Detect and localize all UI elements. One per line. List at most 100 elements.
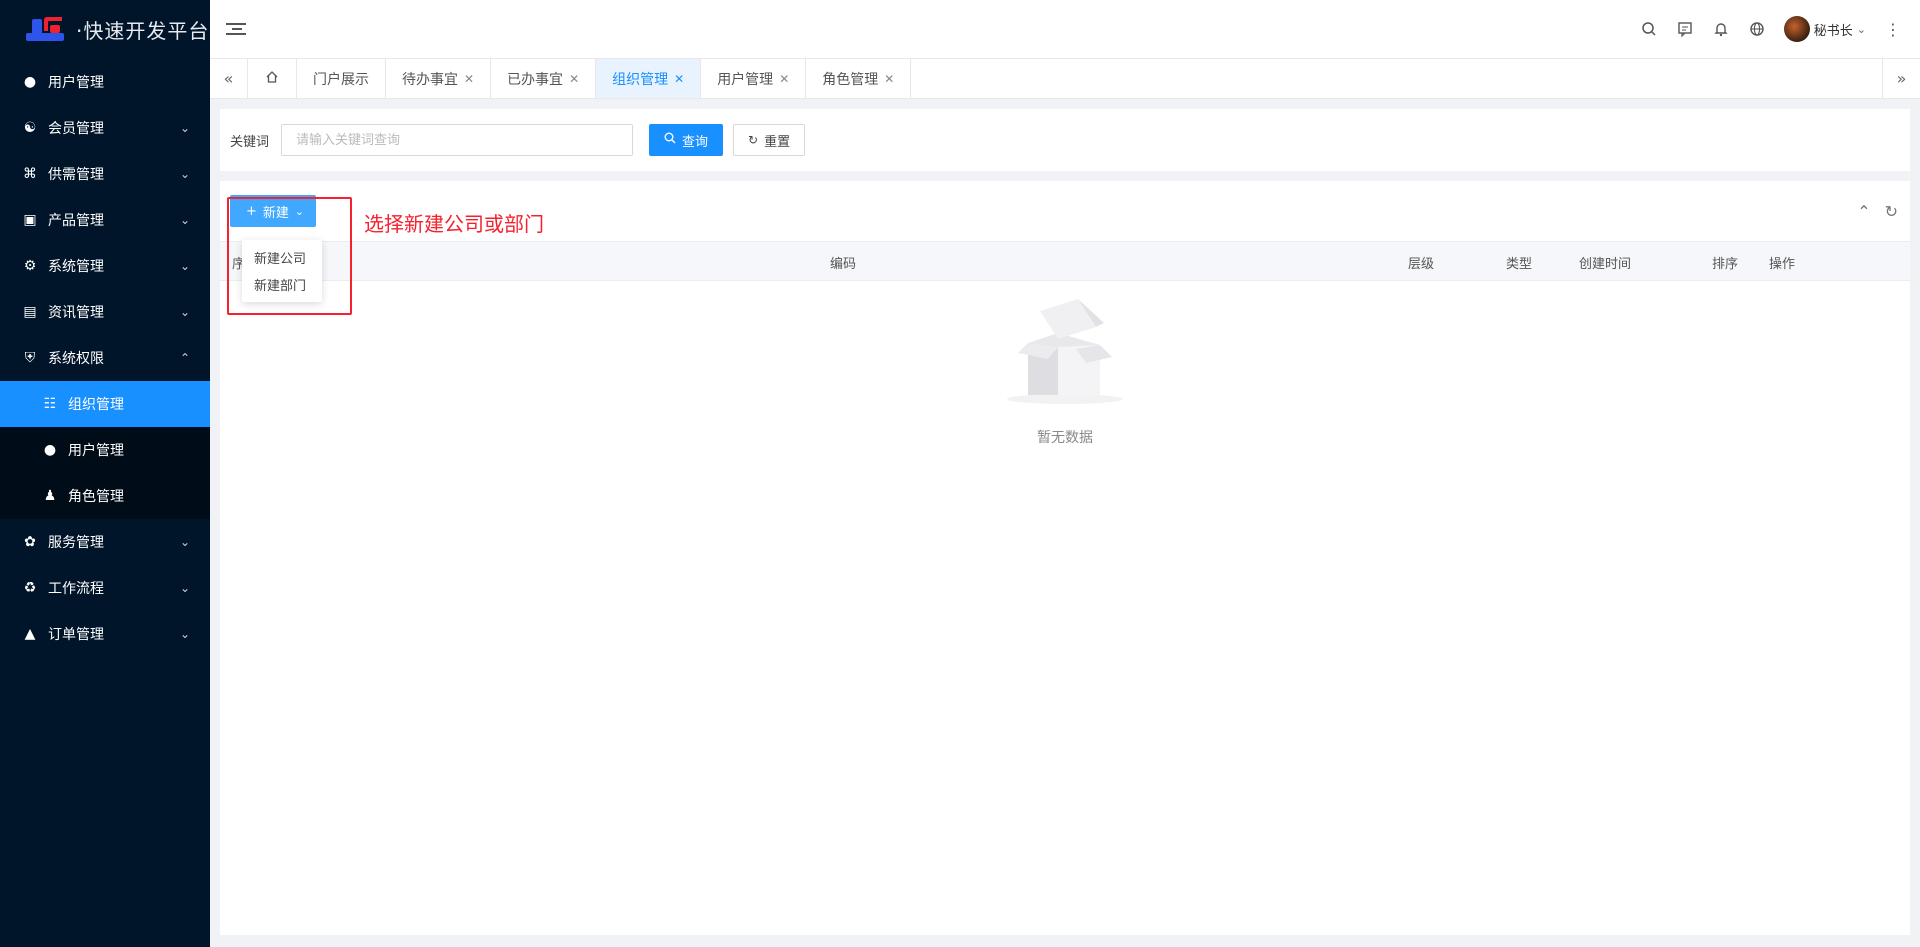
logo-mark-icon bbox=[26, 15, 66, 45]
more-vertical-icon[interactable]: ⋮ bbox=[1884, 20, 1902, 39]
query-button[interactable]: 查询 bbox=[649, 124, 724, 156]
search-icon[interactable] bbox=[1640, 20, 1658, 38]
refresh-icon[interactable]: ↻ bbox=[1885, 202, 1898, 221]
system-permissions-submenu: ☷ 组织管理 ● 用户管理 ♟ 角色管理 bbox=[0, 381, 210, 519]
bell-icon[interactable] bbox=[1712, 20, 1730, 38]
collapse-up-icon[interactable]: ⌃ bbox=[1857, 202, 1870, 221]
column-header-code: 编码 bbox=[830, 257, 857, 272]
tab-home[interactable] bbox=[248, 59, 297, 98]
sidebar: ·快速开发平台 ● 用户管理 ☯ 会员管理 ⌄ ⌘ 供需管理 ⌄ ▣ 产品管理 … bbox=[0, 0, 210, 947]
sidebar-item-system-permissions[interactable]: ⛨ 系统权限 ⌃ bbox=[0, 335, 210, 381]
tab-role-management[interactable]: 角色管理 ✕ bbox=[806, 59, 912, 98]
keyword-input[interactable] bbox=[281, 124, 634, 156]
members-icon: ☯ bbox=[23, 120, 37, 136]
chevron-down-icon: ⌄ bbox=[179, 121, 190, 135]
close-icon[interactable]: ✕ bbox=[884, 72, 894, 86]
chevron-up-icon: ⌃ bbox=[179, 351, 190, 365]
new-button-label: 新建 bbox=[262, 205, 289, 221]
query-button-label: 查询 bbox=[682, 134, 709, 150]
user-icon: ● bbox=[43, 442, 57, 458]
reset-button[interactable]: ↻ 重置 bbox=[733, 124, 806, 156]
column-header-type: 类型 bbox=[1506, 257, 1533, 272]
keyword-label: 关键词 bbox=[230, 134, 270, 150]
sidebar-item-label: 服务管理 bbox=[48, 535, 104, 551]
tab-label: 组织管理 bbox=[612, 71, 669, 88]
sidebar-item-news-management[interactable]: ▤ 资讯管理 ⌄ bbox=[0, 289, 210, 335]
empty-box-icon bbox=[1000, 281, 1130, 411]
sidebar-menu: ● 用户管理 ☯ 会员管理 ⌄ ⌘ 供需管理 ⌄ ▣ 产品管理 ⌄ ⚙ 系统管理… bbox=[0, 59, 210, 657]
tab-bar: « 门户展示 待办事宜 ✕ 已办事宜 ✕ 组织管理 ✕ 用户管理 ✕ 角色管理 … bbox=[210, 59, 1920, 99]
tab-done[interactable]: 已办事宜 ✕ bbox=[491, 59, 597, 98]
sidebar-item-order-management[interactable]: ▲ 订单管理 ⌄ bbox=[0, 611, 210, 657]
new-dropdown-button[interactable]: + 新建 ⌄ bbox=[230, 195, 317, 227]
sidebar-item-label: 系统管理 bbox=[48, 259, 104, 275]
chevron-down-icon: ⌄ bbox=[179, 627, 190, 641]
table-header: 序 编码 层级 类型 创建时间 排序 操作 bbox=[220, 241, 1910, 281]
column-header-created-time: 创建时间 bbox=[1579, 257, 1632, 272]
sidebar-item-label: 会员管理 bbox=[48, 121, 104, 137]
chevron-down-icon: ⌄ bbox=[1856, 22, 1866, 36]
table-card: + 新建 ⌄ 选择新建公司或部门 ⌃ ↻ 序 编码 层级 类型 创建时间 排序 … bbox=[220, 181, 1910, 935]
tab-user-management[interactable]: 用户管理 ✕ bbox=[701, 59, 807, 98]
sidebar-item-sub-user-management[interactable]: ● 用户管理 bbox=[0, 427, 210, 473]
clover-icon: ⌘ bbox=[23, 166, 37, 182]
search-icon bbox=[664, 132, 676, 148]
chevron-down-icon: ⌄ bbox=[179, 305, 190, 319]
sidebar-item-label: 供需管理 bbox=[48, 167, 104, 183]
sidebar-item-service-management[interactable]: ✿ 服务管理 ⌄ bbox=[0, 519, 210, 565]
tabs-scroll-right-icon[interactable]: » bbox=[1882, 59, 1920, 98]
sidebar-item-product-management[interactable]: ▣ 产品管理 ⌄ bbox=[0, 197, 210, 243]
sidebar-item-system-management[interactable]: ⚙ 系统管理 ⌄ bbox=[0, 243, 210, 289]
refresh-icon: ↻ bbox=[748, 133, 759, 147]
sidebar-item-label: 产品管理 bbox=[48, 213, 104, 229]
tab-label: 用户管理 bbox=[717, 71, 774, 88]
workflow-icon: ♻ bbox=[23, 580, 37, 596]
org-icon: ☷ bbox=[43, 396, 57, 412]
table-tools: ⌃ ↻ bbox=[1857, 202, 1910, 221]
tabs-scroll-left-icon[interactable]: « bbox=[210, 59, 248, 98]
sidebar-item-label: 资讯管理 bbox=[48, 305, 104, 321]
sidebar-item-member-management[interactable]: ☯ 会员管理 ⌄ bbox=[0, 105, 210, 151]
new-company-menu-item[interactable]: 新建公司 bbox=[242, 244, 322, 271]
close-icon[interactable]: ✕ bbox=[464, 72, 474, 86]
sidebar-item-label: 组织管理 bbox=[68, 397, 124, 413]
menu-collapse-icon[interactable] bbox=[226, 19, 246, 39]
user-menu[interactable]: 秘书长 ⌄ bbox=[1783, 16, 1866, 42]
tab-org-management[interactable]: 组织管理 ✕ bbox=[596, 59, 702, 98]
sidebar-item-user-management[interactable]: ● 用户管理 bbox=[0, 59, 210, 105]
reset-button-label: 重置 bbox=[764, 134, 791, 150]
avatar bbox=[1783, 16, 1810, 42]
new-department-menu-item[interactable]: 新建部门 bbox=[242, 271, 322, 298]
close-icon[interactable]: ✕ bbox=[674, 72, 684, 86]
home-icon bbox=[265, 70, 279, 88]
sidebar-item-workflow[interactable]: ♻ 工作流程 ⌄ bbox=[0, 565, 210, 611]
sidebar-item-label: 用户管理 bbox=[68, 443, 124, 459]
app-title: ·快速开发平台 bbox=[76, 19, 210, 43]
sidebar-item-role-management[interactable]: ♟ 角色管理 bbox=[0, 473, 210, 519]
empty-state: 暂无数据 bbox=[220, 281, 1910, 447]
tab-label: 角色管理 bbox=[822, 71, 879, 88]
globe-icon[interactable] bbox=[1748, 20, 1766, 38]
plus-icon: + bbox=[246, 203, 257, 219]
shield-icon: ⛨ bbox=[24, 350, 36, 366]
gear-icon: ⚙ bbox=[23, 258, 37, 274]
close-icon[interactable]: ✕ bbox=[779, 72, 789, 86]
close-icon[interactable]: ✕ bbox=[569, 72, 579, 86]
column-header-sort: 排序 bbox=[1712, 257, 1739, 272]
search-form: 关键词 查询 ↻ 重置 bbox=[220, 109, 1910, 171]
app-logo: ·快速开发平台 bbox=[0, 0, 210, 59]
column-header-actions: 操作 bbox=[1769, 257, 1796, 272]
sidebar-item-supply-demand[interactable]: ⌘ 供需管理 ⌄ bbox=[0, 151, 210, 197]
tab-todo[interactable]: 待办事宜 ✕ bbox=[386, 59, 492, 98]
chevron-down-icon: ⌄ bbox=[179, 581, 190, 595]
table-toolbar: + 新建 ⌄ 选择新建公司或部门 ⌃ ↻ bbox=[220, 181, 1910, 241]
chevron-down-icon: ⌄ bbox=[179, 213, 190, 227]
tab-label: 已办事宜 bbox=[507, 71, 564, 88]
tab-label: 门户展示 bbox=[313, 71, 369, 88]
message-icon[interactable] bbox=[1676, 20, 1694, 38]
top-header: 秘书长 ⌄ ⋮ bbox=[210, 0, 1920, 59]
column-header-level: 层级 bbox=[1408, 257, 1435, 272]
tab-portal[interactable]: 门户展示 bbox=[297, 59, 386, 98]
sidebar-item-org-management[interactable]: ☷ 组织管理 bbox=[0, 381, 210, 427]
username: 秘书长 bbox=[1813, 23, 1853, 39]
